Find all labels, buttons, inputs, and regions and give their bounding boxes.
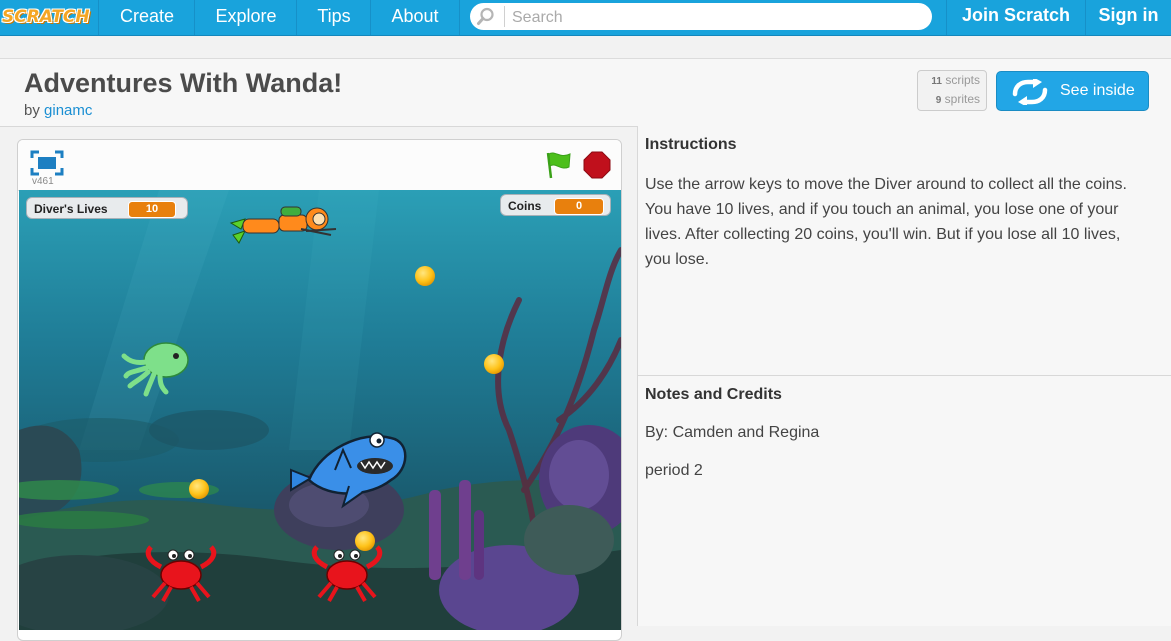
lives-value: 10 (128, 201, 176, 218)
credits-line: By: Camden and Regina (645, 424, 820, 441)
see-inside-button[interactable]: See inside (996, 71, 1149, 111)
project-player: v461 Diver's Lives 10 Coins 0 (17, 139, 622, 641)
stop-icon[interactable] (583, 151, 611, 184)
credits-period-line: period 2 (645, 462, 703, 479)
nav-create-link[interactable]: Create (98, 0, 195, 35)
coins-label: Coins (508, 199, 542, 213)
green-flag-icon[interactable] (544, 151, 572, 184)
project-byline: by ginamc (24, 102, 92, 119)
scratch-logo[interactable]: SCRATCH (0, 2, 92, 32)
nav-about-link[interactable]: About (370, 0, 460, 35)
by-label: by (24, 102, 40, 119)
project-stage[interactable]: Diver's Lives 10 Coins 0 (19, 190, 621, 630)
remix-arrows-icon (1011, 77, 1049, 110)
project-stats: 11 scripts 9 sprites (917, 70, 987, 111)
lives-monitor: Diver's Lives 10 (26, 197, 188, 219)
project-header: Adventures With Wanda! by ginamc 11 scri… (0, 58, 1171, 127)
search-icon[interactable] (476, 6, 505, 27)
notes-heading: Notes and Credits (645, 386, 782, 403)
scripts-label: scripts (945, 73, 980, 87)
player-version: v461 (32, 176, 54, 187)
project-title: Adventures With Wanda! (24, 68, 343, 98)
notes-panel: Notes and Credits By: Camden and Regina … (637, 376, 1171, 626)
coins-monitor: Coins 0 (500, 194, 611, 216)
player-toolbar: v461 (18, 140, 621, 191)
instructions-text: Use the arrow keys to move the Diver aro… (645, 176, 1127, 268)
nav-tips-link[interactable]: Tips (296, 0, 371, 35)
search-input[interactable] (510, 3, 924, 32)
search-box[interactable] (470, 3, 932, 32)
top-nav-bar: SCRATCH Create Explore Tips About Join S… (0, 0, 1171, 36)
instructions-panel: Instructions Use the arrow keys to move … (637, 126, 1171, 376)
coins-value: 0 (554, 198, 604, 215)
lives-label: Diver's Lives (34, 202, 108, 216)
author-link[interactable]: ginamc (44, 102, 92, 119)
join-scratch-link[interactable]: Join Scratch (946, 0, 1086, 35)
scripts-count: 11 (931, 76, 942, 87)
sprites-count: 9 (935, 95, 942, 106)
underwater-scene (19, 190, 621, 630)
sprites-label: sprites (944, 92, 980, 106)
nav-explore-link[interactable]: Explore (194, 0, 297, 35)
sign-in-link[interactable]: Sign in (1086, 0, 1171, 35)
instructions-heading: Instructions (645, 136, 737, 153)
see-inside-label: See inside (1060, 82, 1135, 99)
